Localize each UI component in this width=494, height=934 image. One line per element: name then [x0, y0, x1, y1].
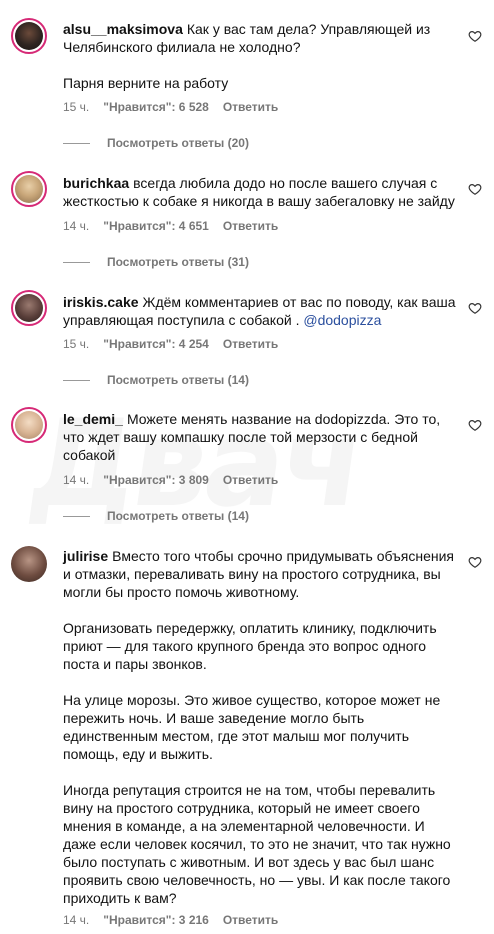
likes-count[interactable]: "Нравится": 4 254	[103, 337, 209, 351]
reply-button[interactable]: Ответить	[223, 337, 278, 351]
reply-button[interactable]: Ответить	[223, 473, 278, 487]
view-replies-label: Посмотреть ответы (14)	[107, 509, 249, 523]
view-replies-label: Посмотреть ответы (20)	[107, 136, 249, 150]
comment-meta: 14 ч. "Нравится": 3 216 Ответить	[63, 913, 292, 927]
comment-meta: 15 ч. "Нравится": 6 528 Ответить	[63, 100, 292, 114]
avatar[interactable]	[11, 18, 47, 54]
divider-line	[63, 142, 90, 144]
heart-icon[interactable]	[468, 555, 484, 571]
divider-line	[63, 515, 90, 517]
reply-button[interactable]: Ответить	[223, 913, 278, 927]
heart-icon[interactable]	[468, 301, 484, 317]
comment-meta: 14 ч. "Нравится": 4 651 Ответить	[63, 219, 292, 233]
comment-text: alsu__maksimova Как у вас там дела? Управ…	[63, 20, 458, 92]
mention-link[interactable]: @dodopizza	[303, 312, 381, 328]
avatar[interactable]	[11, 546, 47, 582]
avatar[interactable]	[11, 407, 47, 443]
avatar[interactable]	[11, 290, 47, 326]
comment-username[interactable]: burichkaa	[63, 175, 129, 191]
comment-username[interactable]: le_demi_	[63, 411, 123, 427]
likes-count[interactable]: "Нравится": 3 809	[103, 473, 209, 487]
comment-time: 15 ч.	[63, 337, 90, 351]
heart-icon[interactable]	[468, 182, 484, 198]
heart-icon[interactable]	[468, 29, 484, 45]
divider-line	[63, 261, 90, 263]
view-replies-button[interactable]: Посмотреть ответы (14)	[63, 373, 249, 387]
comment-time: 15 ч.	[63, 100, 90, 114]
divider-line	[63, 379, 90, 381]
likes-count[interactable]: "Нравится": 3 216	[103, 913, 209, 927]
likes-count[interactable]: "Нравится": 6 528	[103, 100, 209, 114]
comment-meta: 15 ч. "Нравится": 4 254 Ответить	[63, 337, 292, 351]
view-replies-button[interactable]: Посмотреть ответы (31)	[63, 255, 249, 269]
comment-time: 14 ч.	[63, 219, 90, 233]
heart-icon[interactable]	[468, 418, 484, 434]
view-replies-label: Посмотреть ответы (14)	[107, 373, 249, 387]
comment-text: iriskis.cake Ждём комментариев от вас по …	[63, 293, 458, 329]
comment-username[interactable]: iriskis.cake	[63, 294, 139, 310]
reply-button[interactable]: Ответить	[223, 100, 278, 114]
comment-body: Вместо того чтобы срочно придумывать объ…	[63, 548, 455, 906]
comment-meta: 14 ч. "Нравится": 3 809 Ответить	[63, 473, 292, 487]
likes-count[interactable]: "Нравится": 4 651	[103, 219, 209, 233]
view-replies-label: Посмотреть ответы (31)	[107, 255, 249, 269]
view-replies-button[interactable]: Посмотреть ответы (20)	[63, 136, 249, 150]
comment-text: le_demi_ Можете менять название на dodopi…	[63, 410, 458, 464]
avatar[interactable]	[11, 171, 47, 207]
view-replies-button[interactable]: Посмотреть ответы (14)	[63, 509, 249, 523]
comment-username[interactable]: alsu__maksimova	[63, 21, 183, 37]
comment-time: 14 ч.	[63, 473, 90, 487]
comment-text: burichkaa всегда любила додо но после ваш…	[63, 174, 458, 210]
comment-username[interactable]: julirise	[63, 548, 108, 564]
reply-button[interactable]: Ответить	[223, 219, 278, 233]
comment-time: 14 ч.	[63, 913, 90, 927]
comment-text: julirise Вместо того чтобы срочно придумы…	[63, 547, 458, 907]
